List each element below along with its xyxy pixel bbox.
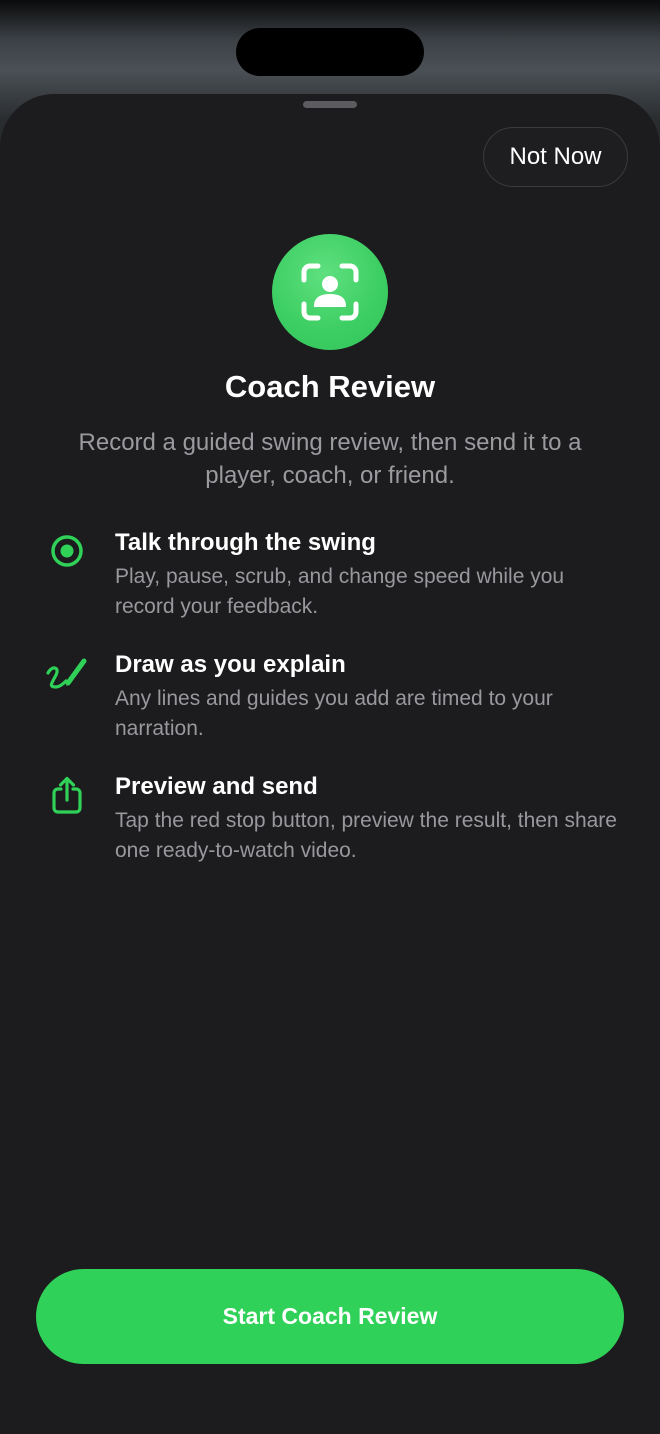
feature-description: Play, pause, scrub, and change speed whi… (115, 565, 565, 618)
feature-title: Draw as you explain (115, 651, 346, 678)
person-viewfinder-icon (272, 234, 388, 350)
scribble-pencil-icon (44, 650, 90, 696)
not-now-button[interactable]: Not Now (483, 127, 628, 187)
app-screen: Not Now Coach Review Record a guided swi… (0, 0, 660, 1434)
feature-description: Tap the red stop button, preview the res… (115, 809, 617, 862)
sheet-grabber[interactable] (303, 101, 357, 108)
sheet-title: Coach Review (224, 369, 436, 404)
coach-review-sheet: Not Now Coach Review Record a guided swi… (0, 94, 660, 1434)
feature-description: Any lines and guides you add are timed t… (115, 687, 553, 740)
share-icon (44, 772, 90, 818)
record-circle-icon (44, 528, 90, 574)
dynamic-island (236, 28, 424, 76)
start-coach-review-button[interactable]: Start Coach Review (36, 1269, 624, 1364)
feature-title: Talk through the swing (115, 529, 376, 556)
sheet-subtitle: Record a guided swing review, then send … (78, 429, 582, 489)
feature-title: Preview and send (115, 773, 318, 800)
